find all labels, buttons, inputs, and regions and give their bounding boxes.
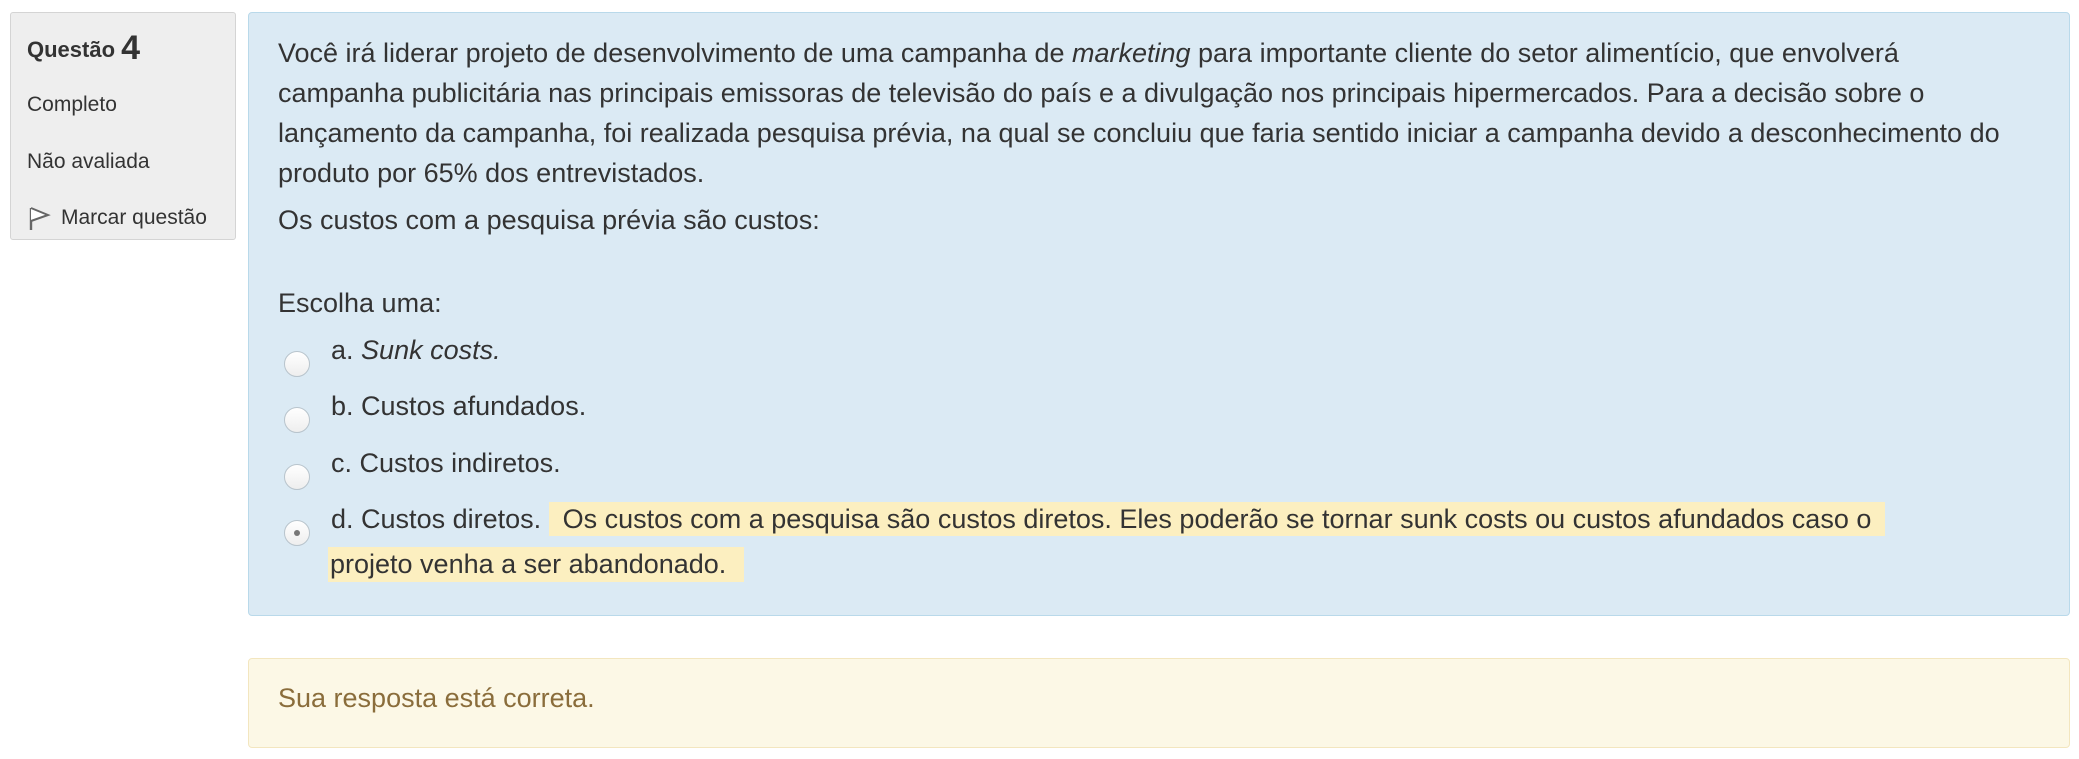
radio-option-c[interactable] (284, 464, 310, 490)
outcome-panel: Sua resposta está correta. (248, 658, 2070, 748)
option-d-text: Custos diretos. (361, 504, 542, 534)
option-d-label[interactable]: d. Custos diretos. Os custos com a pesqu… (331, 502, 1886, 536)
question-label: Questão (27, 37, 116, 62)
outcome-message: Sua resposta está correta. (278, 683, 595, 713)
option-a-text: Sunk costs. (361, 335, 501, 365)
question-info-panel: Questão 4 Completo Não avaliada Marcar q… (10, 12, 236, 240)
choose-one-label: Escolha uma: (278, 288, 442, 318)
flag-icon (29, 207, 51, 230)
flag-question-link[interactable]: Marcar questão (27, 205, 207, 231)
question-text-italic: marketing (1071, 38, 1191, 68)
question-text: Você irá liderar projeto de desenvolvime… (278, 33, 2028, 193)
question-number: Questão 4 (27, 29, 140, 68)
flag-question-label: Marcar questão (61, 206, 207, 229)
option-c-label[interactable]: c. Custos indiretos. (331, 448, 561, 479)
option-b-label[interactable]: b. Custos afundados. (331, 391, 586, 422)
option-a-letter: a. (331, 335, 354, 365)
option-c-letter: c. (331, 448, 353, 478)
specific-feedback-line1: Os custos com a pesquisa são custos dire… (548, 502, 1886, 536)
option-b-letter: b. (331, 391, 354, 421)
option-d-letter: d. (331, 504, 354, 534)
question-formulation: Você irá liderar projeto de desenvolvime… (248, 12, 2070, 616)
radio-option-a[interactable] (284, 351, 310, 377)
question-text-part1: Você irá liderar projeto de desenvolvime… (278, 38, 1072, 68)
radio-option-b[interactable] (284, 407, 310, 433)
question-prompt: Os custos com a pesquisa prévia são cust… (278, 205, 820, 235)
option-b-text: Custos afundados. (361, 391, 587, 421)
question-grade: Não avaliada (27, 150, 150, 173)
specific-feedback-line2: projeto venha a ser abandonado. (328, 547, 745, 582)
option-c-text: Custos indiretos. (359, 448, 561, 478)
question-number-value: 4 (121, 29, 141, 67)
question-state: Completo (27, 93, 117, 116)
option-a-label[interactable]: a. Sunk costs. (331, 335, 501, 366)
radio-option-d[interactable] (284, 520, 310, 546)
